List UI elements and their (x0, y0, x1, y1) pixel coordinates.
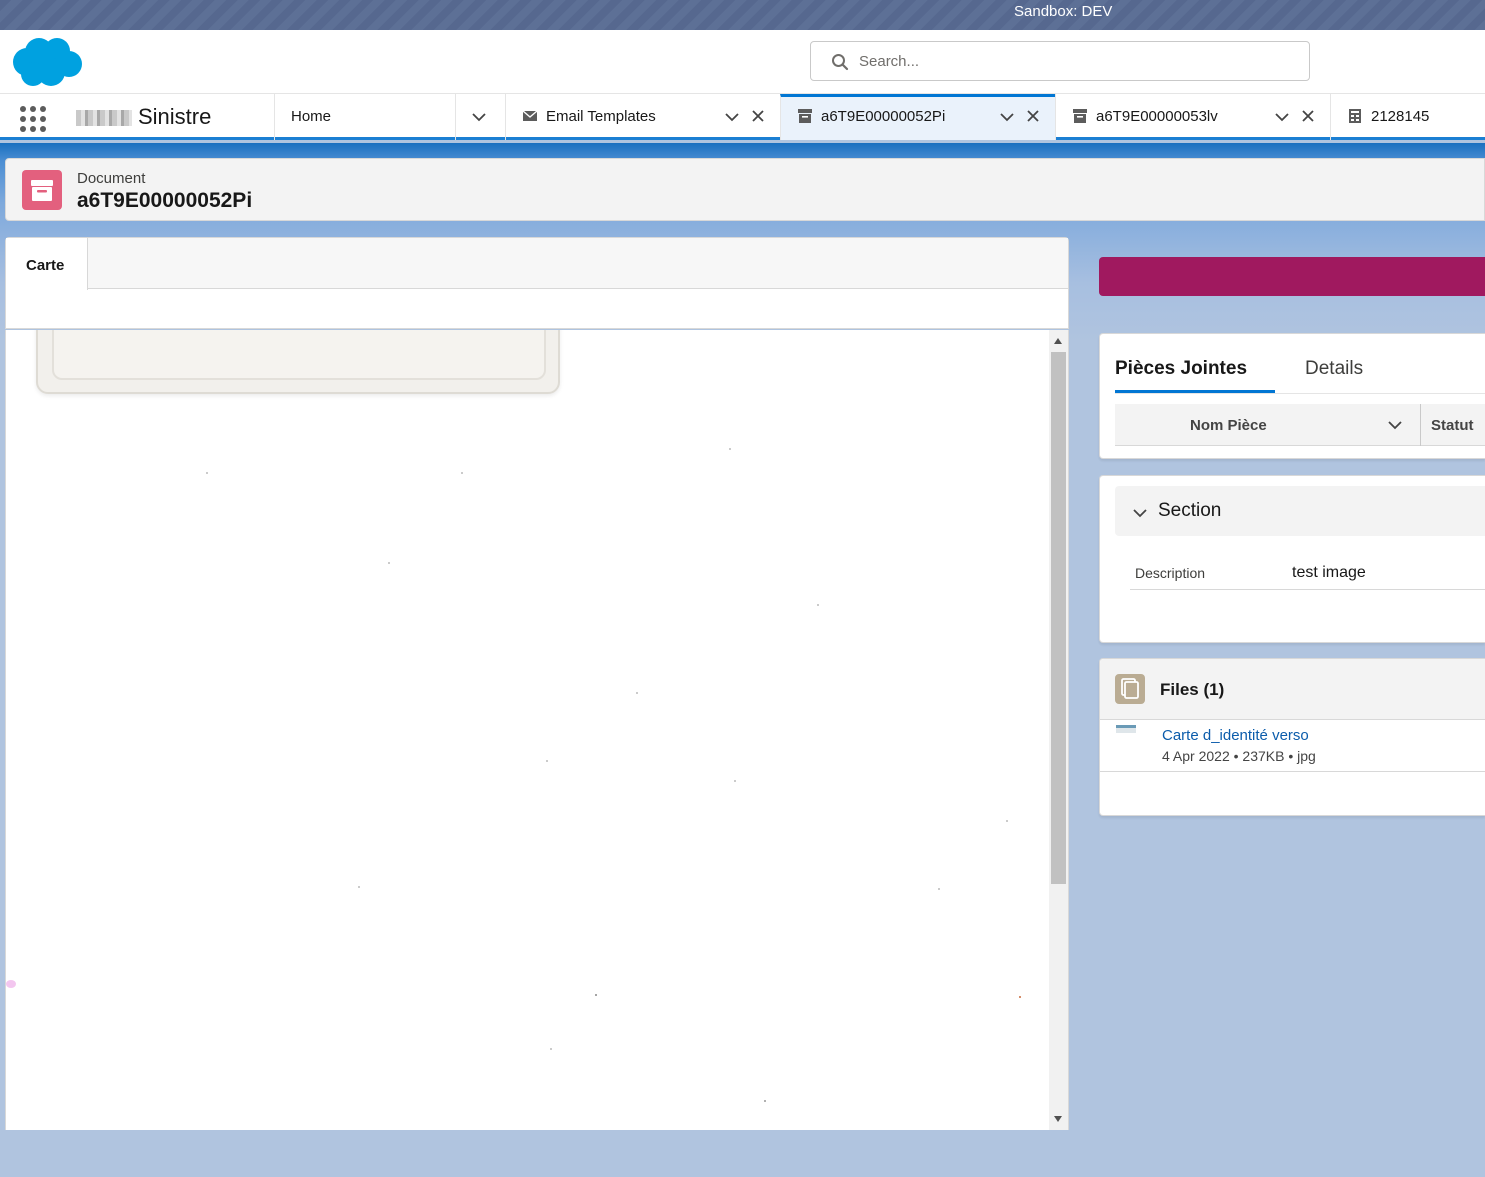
tab-home[interactable]: Home (274, 94, 505, 140)
tab-label: Home (291, 108, 332, 125)
table-header: Nom Pièce Statut (1115, 404, 1485, 446)
chevron-down-icon[interactable] (1275, 110, 1289, 124)
tab-label: a6T9E00000052Pi (821, 108, 946, 125)
record-header: Document a6T9E00000052Pi (5, 158, 1485, 221)
column-divider (1420, 404, 1421, 446)
scrollbar-thumb[interactable] (1051, 352, 1066, 884)
files-icon (1115, 674, 1145, 704)
chevron-down-icon[interactable] (725, 110, 739, 124)
files-card: Files (1) Carte d_identité verso 4 Apr 2… (1099, 658, 1485, 816)
global-header (0, 30, 1485, 94)
envelope-icon (522, 110, 538, 121)
archive-box-icon (1073, 109, 1087, 123)
search-icon (832, 54, 849, 71)
global-search[interactable] (810, 41, 1310, 81)
search-input[interactable] (859, 48, 1289, 74)
column-header-nom-piece[interactable]: Nom Pièce (1190, 417, 1267, 434)
file-name-link[interactable]: Carte d_identité verso (1162, 727, 1309, 744)
file-meta: 4 Apr 2022 • 237KB • jpg (1162, 748, 1316, 764)
tab-label: a6T9E00000053lv (1096, 108, 1218, 125)
sandbox-label: Sandbox: DEV (1014, 3, 1113, 20)
files-divider (1100, 771, 1485, 772)
tab-email-templates[interactable]: Email Templates (505, 94, 780, 140)
archive-box-icon (22, 170, 62, 210)
tab-details[interactable]: Details (1305, 358, 1363, 380)
archive-box-icon (798, 109, 812, 123)
app-launcher-grid-icon[interactable] (18, 104, 48, 134)
tab-label: Email Templates (546, 108, 656, 125)
tab-case-2128145[interactable]: 2128145 (1330, 94, 1485, 140)
close-icon[interactable] (1027, 110, 1039, 122)
files-header: Files (1) (1100, 659, 1485, 720)
viewer-tab-strip (6, 238, 1068, 289)
chevron-down-icon[interactable] (1387, 418, 1403, 432)
vertical-scrollbar[interactable] (1049, 330, 1068, 1130)
scroll-down-arrow[interactable] (1054, 1116, 1062, 1122)
case-icon (1349, 109, 1361, 123)
close-icon[interactable] (1302, 110, 1314, 122)
tab-carte[interactable]: Carte (6, 238, 88, 290)
column-header-statut[interactable]: Statut (1431, 417, 1474, 434)
close-icon[interactable] (752, 110, 764, 122)
app-name: Sinistre (138, 104, 212, 129)
chevron-down-icon[interactable] (1000, 110, 1014, 124)
action-bar[interactable] (1099, 257, 1485, 296)
tab-label: Carte (26, 257, 65, 274)
field-divider (1130, 589, 1485, 590)
field-label-description: Description (1135, 565, 1206, 581)
salesforce-cloud-logo[interactable] (9, 36, 83, 88)
tab-divider (1115, 393, 1485, 394)
related-tabs-card: Pièces Jointes Details Nom Pièce Statut (1099, 333, 1485, 459)
files-title[interactable]: Files (1) (1160, 680, 1224, 700)
scanned-id-card-image (36, 330, 560, 394)
section-header[interactable]: Section (1115, 486, 1485, 536)
image-preview[interactable] (5, 330, 1069, 1130)
sandbox-banner: Sandbox: DEV (0, 0, 1485, 30)
document-viewer-card: Carte (5, 237, 1069, 329)
scroll-up-arrow[interactable] (1054, 338, 1062, 344)
section-title: Section (1158, 500, 1222, 521)
record-type: Document (77, 170, 146, 187)
tab-record-52pi[interactable]: a6T9E00000052Pi (780, 94, 1055, 140)
tab-record-53lv[interactable]: a6T9E00000053lv (1055, 94, 1330, 140)
chevron-down-icon[interactable] (472, 110, 486, 124)
record-title: a6T9E00000052Pi (77, 189, 253, 212)
chevron-down-icon[interactable] (1132, 506, 1148, 520)
navigation-bar: Sinistre Home Email Templates a6T9E00000… (0, 94, 1485, 140)
section-card: Section Description test image (1099, 475, 1485, 643)
field-value-description: test image (1292, 564, 1366, 581)
app-logo (76, 110, 132, 126)
tab-pieces-jointes[interactable]: Pièces Jointes (1115, 358, 1247, 380)
file-thumbnail[interactable] (1116, 725, 1136, 733)
tab-label: 2128145 (1371, 108, 1430, 125)
